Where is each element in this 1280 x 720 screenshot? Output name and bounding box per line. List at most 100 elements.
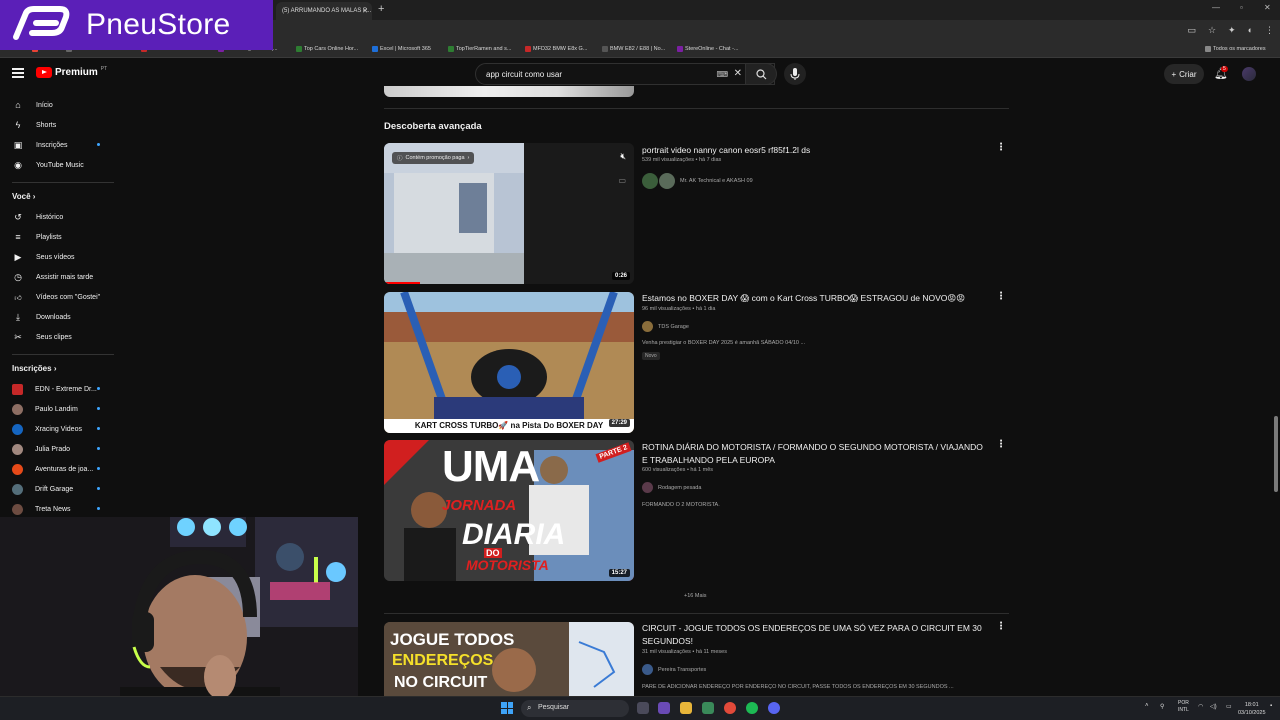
paid-promotion-badge[interactable]: ⓘ Contém promoção paga ›	[392, 152, 475, 164]
discord-icon[interactable]	[768, 702, 780, 714]
video-thumbnail[interactable]: KART CROSS TURBO🚀 na Pista Do BOXER DAY …	[384, 292, 634, 433]
previous-video-thumbnail[interactable]	[384, 86, 634, 97]
bookmark-icon	[525, 46, 531, 52]
new-tab-icon[interactable]: +	[378, 3, 384, 15]
all-bookmarks[interactable]: Todos os marcadores	[1205, 46, 1266, 52]
promo-label: Contém promoção paga	[405, 155, 465, 161]
window-close-icon[interactable]: ✕	[1264, 3, 1271, 12]
maximize-icon[interactable]: ▫	[1240, 3, 1243, 12]
taskbar-clock[interactable]: 18:01 03/10/2025	[1238, 701, 1266, 717]
store-icon[interactable]	[702, 702, 714, 714]
more-options-icon[interactable]: ⋮	[996, 291, 1006, 302]
youtube-logo[interactable]: Premium PT	[36, 66, 107, 78]
tray-chevron-icon[interactable]: ˄	[1145, 703, 1149, 709]
bookmark-5[interactable]: Excel | Microsoft 365	[372, 46, 431, 52]
create-button[interactable]: + Criar	[1164, 64, 1204, 84]
keyboard-icon[interactable]: ⌨	[716, 70, 728, 79]
taskbar-search[interactable]: ⌕ Pesquisar	[521, 700, 629, 717]
video-channel[interactable]: Pereira Transportes	[642, 664, 706, 675]
clear-search-icon[interactable]: ✕	[734, 68, 742, 79]
shorts-icon: ϟ	[15, 120, 21, 130]
video-channel[interactable]: Mr. AK Technical e AKASH 09	[642, 173, 753, 189]
star-icon[interactable]: ☆	[1208, 25, 1216, 36]
sidebar-item-history[interactable]: ↺ Histórico	[12, 212, 63, 222]
video-meta: 31 mil visualizações • há 11 meses	[642, 649, 727, 655]
clock-time: 18:01	[1244, 702, 1259, 708]
bookmark-4[interactable]: Top Cars Online Hor...	[296, 46, 358, 52]
sidebar-section-you[interactable]: Você ›	[12, 192, 35, 201]
video-channel[interactable]: Rodagem pesada	[642, 482, 701, 493]
bookmark-6[interactable]: TopTierRamen and s...	[448, 46, 511, 52]
spotify-icon[interactable]	[746, 702, 758, 714]
sidebar-channel[interactable]: Drift Garage	[12, 484, 73, 495]
sidebar-item-music[interactable]: ◉ YouTube Music	[12, 160, 84, 170]
tray-app-icon[interactable]: ⚲	[1160, 703, 1164, 710]
video-title[interactable]: Estamos no BOXER DAY 😱 com o Kart Cross …	[642, 292, 987, 305]
sidebar-section-subscriptions[interactable]: Inscrições ›	[12, 364, 56, 373]
sidebar-channel[interactable]: EDN - Extreme Dr...	[12, 384, 97, 395]
scrollbar-thumb[interactable]	[1274, 416, 1278, 492]
sidebar-item-subscriptions[interactable]: ▣ Inscrições	[12, 140, 102, 150]
video-thumbnail[interactable]: UMA JORNADA DIARIA DO MOTORISTA PARTE 2 …	[384, 440, 634, 581]
chevron-right-icon: ›	[53, 364, 57, 373]
cast-icon[interactable]: ▭	[1187, 25, 1196, 36]
captions-icon[interactable]: ▭	[618, 176, 626, 185]
bookmark-7[interactable]: MFD32 BMW E8x G...	[525, 46, 587, 52]
video-thumbnail[interactable]: JOGUE TODOS ENDEREÇOS NO CIRCUIT	[384, 622, 634, 696]
sidebar-item-clips[interactable]: ✂ Seus clipes	[12, 332, 72, 342]
windows-start-icon[interactable]	[501, 702, 513, 714]
video-channel[interactable]: TDS Garage	[642, 321, 689, 332]
sidebar-channel[interactable]: Aventuras de joa...	[12, 464, 93, 475]
bookmark-8[interactable]: BMW E82 / E88 | No...	[602, 46, 665, 52]
user-avatar[interactable]	[1242, 67, 1256, 81]
sidebar-channel[interactable]: Julia Prado	[12, 444, 70, 455]
show-more-button[interactable]: +16 Mais	[684, 593, 706, 599]
video-title[interactable]: CIRCUIT - JOGUE TODOS OS ENDEREÇOS DE UM…	[642, 622, 987, 648]
close-tab-icon[interactable]: ✕	[362, 7, 368, 15]
thumbnail-text: JOGUE TODOS	[390, 630, 515, 649]
video-thumbnail[interactable]: ⓘ Contém promoção paga › 🔇︎ ▭ 0:26	[384, 143, 634, 284]
hamburger-menu-icon[interactable]	[12, 68, 24, 78]
sidebar-item-shorts[interactable]: ϟ Shorts	[12, 120, 57, 130]
voice-search-button[interactable]	[784, 63, 806, 85]
browser-tab[interactable]: (5) ARRUMANDO AS MALAS P... ✕	[276, 2, 372, 20]
thumbnail-text: UMA	[442, 442, 540, 491]
bookmark-label: Excel | Microsoft 365	[380, 46, 431, 52]
thumbnail-text: JORNADA	[442, 497, 517, 514]
more-options-icon[interactable]: ⋮	[996, 439, 1006, 450]
volume-icon[interactable]: ◁)	[1210, 703, 1217, 710]
bookmark-9[interactable]: StereOnline - Chat -...	[677, 46, 739, 52]
sidebar-channel[interactable]: Paulo Landim	[12, 404, 78, 415]
sidebar-item-your-videos[interactable]: ▶ Seus vídeos	[12, 252, 75, 262]
video-title[interactable]: portrait video nanny canon eosr5 rf85f1.…	[642, 144, 987, 157]
more-options-icon[interactable]: ⋮	[996, 621, 1006, 632]
sidebar-channel[interactable]: Treta News	[12, 504, 71, 515]
sidebar-item-watch-later[interactable]: ◷ Assistir mais tarde	[12, 272, 93, 282]
sidebar-item-downloads[interactable]: ⤓ Downloads	[12, 312, 71, 322]
file-explorer-icon[interactable]	[680, 702, 692, 714]
task-view-icon[interactable]	[637, 702, 649, 714]
sidebar-item-playlists[interactable]: ≡ Playlists	[12, 232, 61, 242]
channel-avatar	[12, 404, 23, 415]
more-options-icon[interactable]: ⋮	[996, 142, 1006, 153]
extensions-icon[interactable]: ✦	[1228, 25, 1236, 36]
search-input[interactable]: app circuit como usar ⌨ ✕	[475, 63, 775, 85]
video-meta: 539 mil visualizações • há 7 dias	[642, 157, 722, 163]
browser-menu-icon[interactable]: ⋮	[1265, 25, 1274, 36]
sidebar-item-home[interactable]: ⌂ Início	[12, 100, 52, 110]
video-title[interactable]: ROTINA DIÁRIA DO MOTORISTA / FORMANDO O …	[642, 441, 987, 467]
search-button[interactable]	[745, 63, 777, 85]
page-scrollbar[interactable]	[1272, 60, 1280, 696]
notifications-icon[interactable]: ▪	[1270, 703, 1272, 709]
chrome-icon[interactable]	[724, 702, 736, 714]
minimize-icon[interactable]: —	[1212, 3, 1220, 12]
sidebar-channel[interactable]: Xracing Videos	[12, 424, 82, 435]
copilot-icon[interactable]	[658, 702, 670, 714]
language-indicator[interactable]: POR INTL	[1178, 700, 1189, 714]
profile-icon[interactable]: ◐	[1248, 25, 1253, 36]
liked-icon: 👍︎	[14, 294, 22, 302]
muted-volume-icon[interactable]: 🔇︎	[620, 151, 626, 162]
battery-icon[interactable]: ▭	[1226, 703, 1232, 710]
sidebar-item-liked[interactable]: 👍︎ Vídeos com "Gostei"	[12, 292, 100, 302]
wifi-icon[interactable]: ◠	[1198, 703, 1203, 710]
